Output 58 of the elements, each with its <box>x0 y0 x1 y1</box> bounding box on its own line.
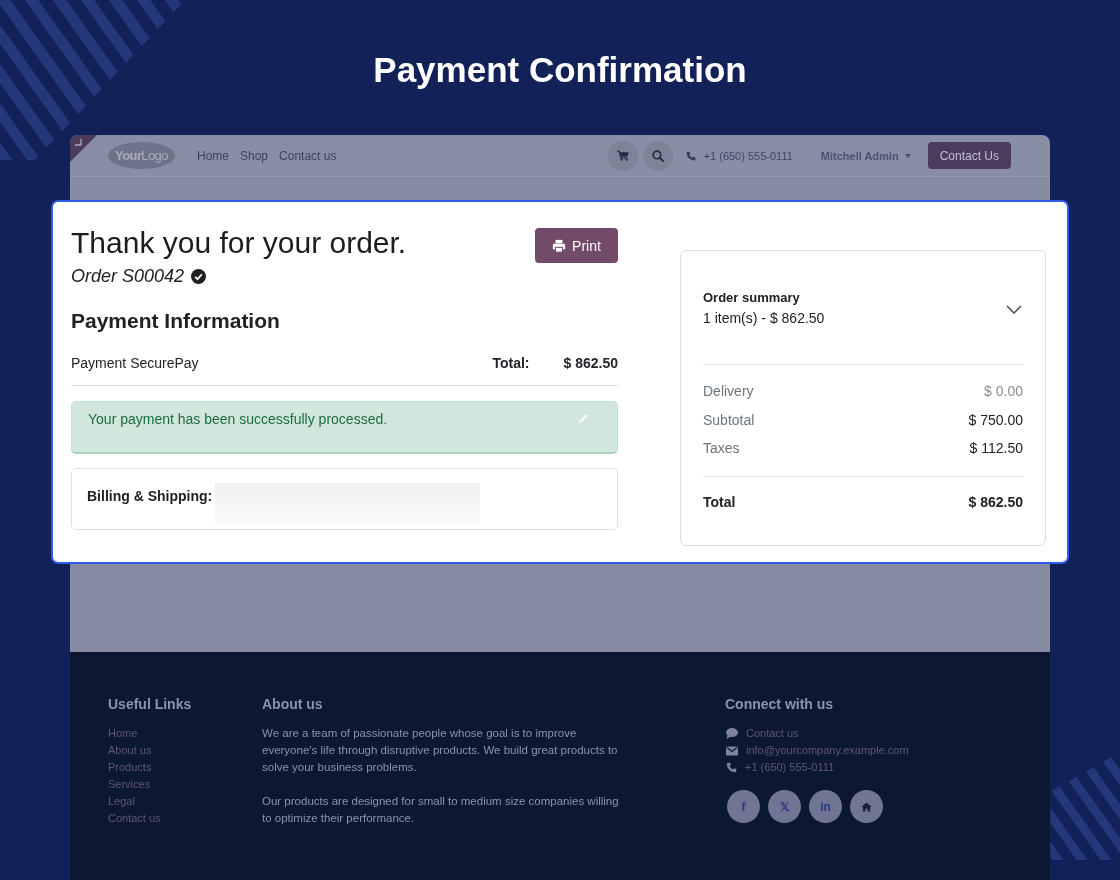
search-icon <box>651 149 664 162</box>
summary-title: Order summary <box>703 289 801 307</box>
cart-icon <box>616 150 629 161</box>
footer-link[interactable]: About us <box>108 742 152 759</box>
summary-value: $ 0.00 <box>984 382 1023 401</box>
contact-link[interactable]: Contact us <box>725 725 799 742</box>
nav-link[interactable]: Contact us <box>279 148 337 163</box>
summary-label: Delivery <box>703 382 754 401</box>
logo[interactable]: YourLogo <box>108 142 175 169</box>
thank-you-heading: Thank you for your order. <box>71 228 407 258</box>
footer-link[interactable]: Legal <box>108 793 135 810</box>
total-amount: $ 862.50 <box>563 354 618 373</box>
print-button[interactable]: Print <box>535 228 618 263</box>
footer-link[interactable]: Home <box>108 725 138 742</box>
nav-link[interactable]: Shop <box>240 148 269 163</box>
summary-label: Subtotal <box>703 410 755 430</box>
phone-icon <box>726 762 737 773</box>
nav-link[interactable]: Home <box>197 148 229 163</box>
contact-us-button[interactable]: Contact Us <box>927 142 1011 169</box>
envelope-icon <box>726 745 738 756</box>
page-title: Payment Confirmation <box>373 49 747 91</box>
social-link[interactable] <box>850 790 883 823</box>
user-menu[interactable]: Mitchell Admin <box>820 149 911 162</box>
section-title: Payment Information <box>71 308 281 334</box>
phone-link[interactable]: +1 (650) 555-0111 <box>685 149 793 162</box>
footer-heading: Useful Links <box>108 695 192 714</box>
about-paragraph: Our products are designed for small to medium size companies willing to optimize their performance. <box>262 794 620 826</box>
footer-link[interactable]: Services <box>108 776 151 793</box>
chevron-down-icon[interactable] <box>1006 304 1022 314</box>
phone-link[interactable]: +1 (650) 555-0111 <box>725 759 835 776</box>
summary-total-label: Total <box>703 492 736 512</box>
printer-icon <box>552 238 567 253</box>
email-link[interactable]: info@yourcompany.example.com <box>725 742 909 759</box>
social-link[interactable]: f <box>727 790 760 823</box>
summary-subtitle: 1 item(s) - $ 862.50 <box>703 309 825 328</box>
total-label: Total: <box>492 354 530 373</box>
summary-total-value: $ 862.50 <box>968 492 1023 512</box>
footer-heading: About us <box>262 695 324 714</box>
footer-heading: Connect with us <box>725 695 834 714</box>
social-link[interactable]: 𝕏 <box>768 790 801 823</box>
social-link[interactable]: in <box>809 790 842 823</box>
chat-bubble-icon <box>726 728 738 739</box>
summary-value: $ 750.00 <box>968 410 1023 430</box>
home-icon <box>861 801 872 812</box>
phone-icon <box>685 150 696 161</box>
alert-message: Your payment has been successfully processed. <box>88 410 388 428</box>
corner-triangle-icon[interactable] <box>70 135 97 162</box>
about-paragraph: We are a team of passionate people whose goal is to improve everyone's life through disruptive products. We build great products to solve your business problems. <box>262 726 619 775</box>
search-button[interactable] <box>642 140 673 171</box>
summary-value: $ 112.50 <box>969 439 1023 458</box>
footer-link[interactable]: Contact us <box>108 810 161 827</box>
footer-link[interactable]: Products <box>108 759 152 776</box>
order-number: Order S00042 <box>71 265 185 287</box>
caret-icon <box>904 153 911 158</box>
summary-label: Taxes <box>703 439 740 458</box>
billing-label: Billing & Shipping: <box>87 487 213 505</box>
payment-method: Payment SecurePay <box>71 354 199 373</box>
cart-button[interactable] <box>607 140 638 171</box>
